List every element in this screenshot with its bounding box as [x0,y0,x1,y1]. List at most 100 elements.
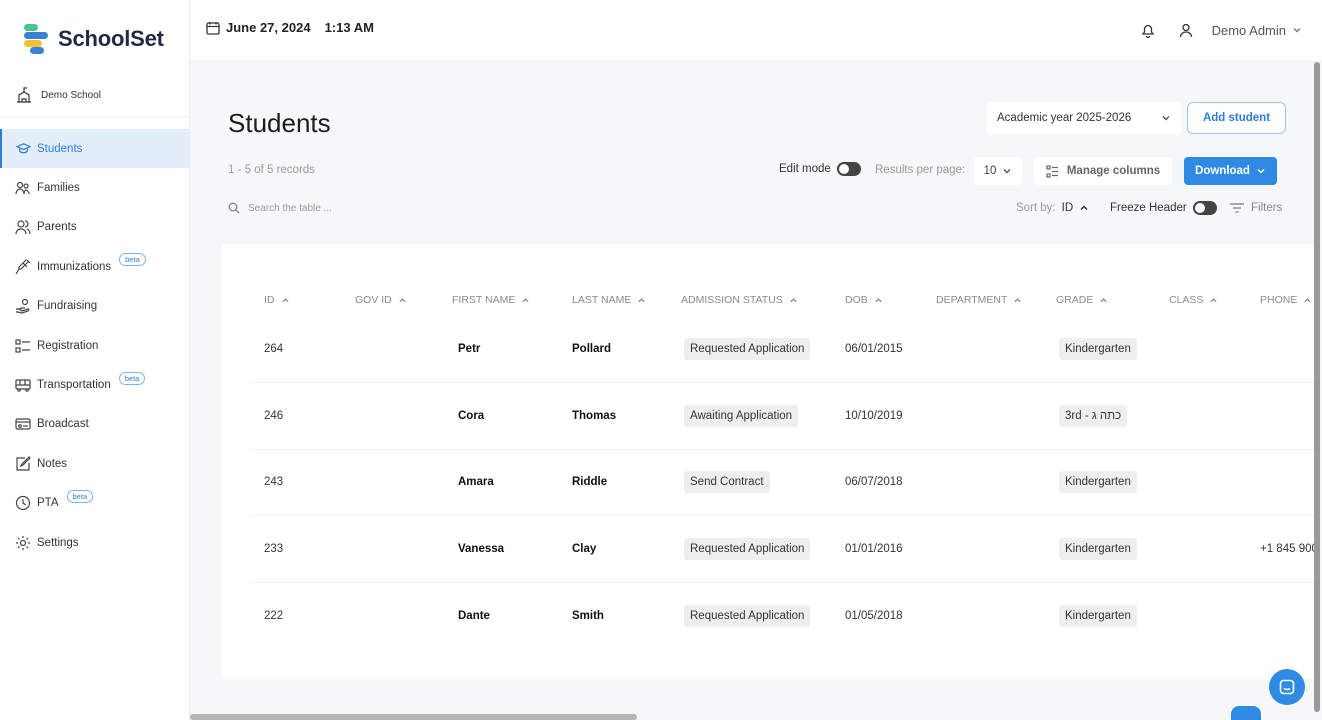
gear-icon [15,535,31,551]
results-per-page-select[interactable]: 10 [974,157,1022,185]
sidebar-item-label: PTA [37,497,59,510]
sidebar-item-students[interactable]: Students [0,129,190,169]
table-row[interactable]: 243 Amara Riddle Send Contract 06/07/201… [252,449,1314,516]
table-row[interactable]: 222 Dante Smith Requested Application 01… [252,583,1314,650]
column-label: FIRST NAME [452,294,516,306]
sidebar-item-fundraising[interactable]: Fundraising [0,287,190,326]
sidebar-item-parents[interactable]: Parents [0,208,190,247]
chat-launcher-button[interactable] [1269,669,1305,705]
cell-id: 233 [264,542,284,555]
edit-mode-toggle[interactable] [836,162,861,176]
chevron-down-icon [1003,169,1011,174]
chevron-down-icon [1293,28,1301,33]
column-header-class[interactable]: CLASS [1169,288,1218,312]
sidebar-item-families[interactable]: Families [0,168,190,207]
bell-icon[interactable] [1136,18,1160,42]
column-header-dob[interactable]: DOB [845,288,883,312]
column-header-phone[interactable]: PHONE [1260,288,1312,312]
school-selector[interactable]: Demo School [15,86,101,104]
column-header-first-name[interactable]: FIRST NAME [452,288,530,312]
cell-first-name[interactable]: Vanessa [458,516,504,582]
bus-icon [15,377,31,393]
column-header-last-name[interactable]: LAST NAME [572,288,646,312]
sort-arrow-icon [1100,297,1107,302]
sidebar-item-pta[interactable]: PTA beta [0,484,190,523]
manage-columns-button[interactable]: Manage columns [1034,157,1172,185]
manage-columns-label: Manage columns [1066,165,1161,177]
cell-last-name[interactable]: Thomas [572,383,616,449]
cell-last-name[interactable]: Riddle [572,449,607,515]
hand-coin-icon [15,298,31,314]
cell-dob: 01/01/2016 [845,542,903,555]
sidebar-item-settings[interactable]: Settings [0,523,190,562]
sort-by-label: Sort by: [1016,202,1056,214]
admission-status-badge: Awaiting Application [684,404,799,427]
table-search[interactable]: Search the table ... [228,202,332,214]
column-label: GOV ID [355,294,392,306]
cell-last-name[interactable]: Smith [572,583,604,650]
sidebar-nav: Students Families Parents Immunizations … [0,129,190,562]
admission-status-badge: Requested Application [684,537,811,560]
cell-id: 246 [264,409,284,422]
cell-dob: 06/07/2018 [845,475,903,488]
column-header-grade[interactable]: GRADE [1056,288,1108,312]
cell-phone: +1 845 900 [1260,542,1314,555]
sidebar-item-label: Fundraising [37,300,98,313]
user-icon[interactable] [1174,18,1198,42]
grade-badge: 3rd - כתה ג [1059,404,1128,427]
columns-icon [1046,164,1058,178]
freeze-header: Freeze Header [1110,201,1217,215]
add-student-button[interactable]: Add student [1187,102,1286,134]
cell-first-name[interactable]: Cora [458,383,484,449]
sidebar-item-transportation[interactable]: Transportation beta [0,365,190,404]
sort-arrow-icon [875,297,882,302]
cell-first-name[interactable]: Dante [458,583,490,650]
download-button[interactable]: Download [1184,157,1277,185]
vertical-scrollbar[interactable] [1314,62,1320,712]
horizontal-scrollbar[interactable] [190,714,637,720]
logo[interactable]: SchoolSet [24,24,164,54]
column-label: CLASS [1169,294,1204,306]
column-header-department[interactable]: DEPARTMENT [936,288,1022,312]
column-header-id[interactable]: ID [264,288,290,312]
cell-id: 264 [264,342,284,355]
grade-badge: Kindergarten [1059,337,1137,360]
admission-status-badge: Requested Application [684,337,811,360]
cell-last-name[interactable]: Pollard [572,316,611,382]
sidebar-item-label: Settings [37,536,79,549]
search-input[interactable]: Search the table ... [248,203,332,214]
sidebar-item-label: Families [37,182,80,195]
sidebar-item-registration[interactable]: Registration [0,326,190,365]
cell-first-name[interactable]: Amara [458,449,494,515]
cell-id: 243 [264,475,284,488]
sort-arrow-icon [1304,297,1311,302]
sidebar-item-label: Transportation [37,379,111,392]
sort-arrow-icon [638,297,645,302]
parents-icon [15,219,31,235]
user-menu[interactable]: Demo Admin [1212,23,1302,38]
sidebar-item-label: Immunizations [37,260,112,273]
academic-year-select[interactable]: Academic year 2025-2026 [987,102,1181,134]
scroll-to-top-tab[interactable] [1231,706,1261,720]
sidebar-item-label: Notes [37,457,68,470]
edit-mode-label: Edit mode [779,163,831,175]
sort-arrow-icon [790,297,797,302]
cell-first-name[interactable]: Petr [458,316,480,382]
grade-badge: Kindergarten [1059,537,1137,560]
sidebar-item-notes[interactable]: Notes [0,444,190,483]
table-row[interactable]: 246 Cora Thomas Awaiting Application 10/… [252,383,1314,450]
cell-id: 222 [264,610,284,623]
pta-icon [15,495,31,511]
sort-by[interactable]: Sort by: ID [1016,202,1089,214]
sidebar-item-broadcast[interactable]: Broadcast [0,405,190,444]
sidebar-item-immunizations[interactable]: Immunizations beta [0,247,190,286]
academic-year-value: Academic year 2025-2026 [997,112,1132,124]
column-header-gov-id[interactable]: GOV ID [355,288,407,312]
filters-button[interactable]: Filters [1229,202,1282,214]
column-header-admission-status[interactable]: ADMISSION STATUS [681,288,798,312]
cell-last-name[interactable]: Clay [572,516,596,582]
table-row[interactable]: 264 Petr Pollard Requested Application 0… [252,316,1314,383]
freeze-header-toggle[interactable] [1192,201,1217,215]
table-row[interactable]: 233 Vanessa Clay Requested Application 0… [252,516,1314,583]
top-bar: June 27, 2024 1:13 AM Demo Admin [190,0,1322,60]
